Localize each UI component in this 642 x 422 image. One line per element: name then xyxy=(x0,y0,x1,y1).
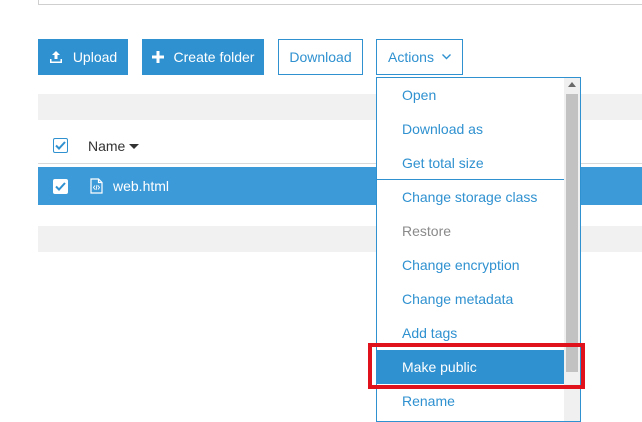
name-header-label: Name xyxy=(88,137,126,154)
menu-item-label: Open xyxy=(402,87,437,103)
menu-item-label: Rename xyxy=(402,393,455,409)
menu-item-get-total-size[interactable]: Get total size xyxy=(377,146,564,180)
name-column-header[interactable]: Name xyxy=(88,137,140,154)
download-button[interactable]: Download xyxy=(278,39,363,75)
scroll-up-arrow-icon[interactable] xyxy=(568,82,576,87)
menu-item-label: Change metadata xyxy=(402,291,514,307)
menu-item-label: Restore xyxy=(402,223,452,239)
plus-icon xyxy=(151,51,164,63)
checkmark-icon xyxy=(55,181,66,191)
menu-item-download-as[interactable]: Download as xyxy=(377,112,564,146)
scrollbar-thumb[interactable] xyxy=(566,94,578,372)
menu-item-change-encryption[interactable]: Change encryption xyxy=(377,248,564,282)
html-file-icon xyxy=(90,178,103,194)
menu-item-restore: Restore xyxy=(377,214,564,248)
select-all-checkbox[interactable] xyxy=(53,138,68,153)
create-folder-button[interactable]: Create folder xyxy=(142,39,264,75)
chevron-down-icon xyxy=(441,54,451,60)
download-label: Download xyxy=(289,49,352,65)
upload-button[interactable]: Upload xyxy=(38,39,128,75)
caret-down-icon xyxy=(129,144,140,149)
menu-item-label: Add tags xyxy=(402,325,458,341)
menu-item-change-metadata[interactable]: Change metadata xyxy=(377,282,564,316)
annotation-highlight-box xyxy=(368,343,585,389)
row-checkbox[interactable] xyxy=(53,178,68,194)
menu-item-rename[interactable]: Rename xyxy=(377,384,564,418)
menu-item-label: Change encryption xyxy=(402,257,520,273)
file-name[interactable]: web.html xyxy=(113,178,169,194)
menu-item-change-storage-class[interactable]: Change storage class xyxy=(377,180,564,214)
actions-label: Actions xyxy=(388,49,434,65)
menu-item-label: Download as xyxy=(402,121,483,137)
checkmark-icon xyxy=(55,141,66,150)
menu-item-label: Change storage class xyxy=(402,189,538,205)
create-folder-label: Create folder xyxy=(173,49,255,65)
menu-item-open[interactable]: Open xyxy=(377,78,564,112)
upload-label: Upload xyxy=(72,49,118,65)
upload-icon xyxy=(49,50,63,64)
menu-item-label: Get total size xyxy=(402,155,484,171)
top-panel xyxy=(38,0,642,5)
actions-button[interactable]: Actions xyxy=(376,39,463,75)
